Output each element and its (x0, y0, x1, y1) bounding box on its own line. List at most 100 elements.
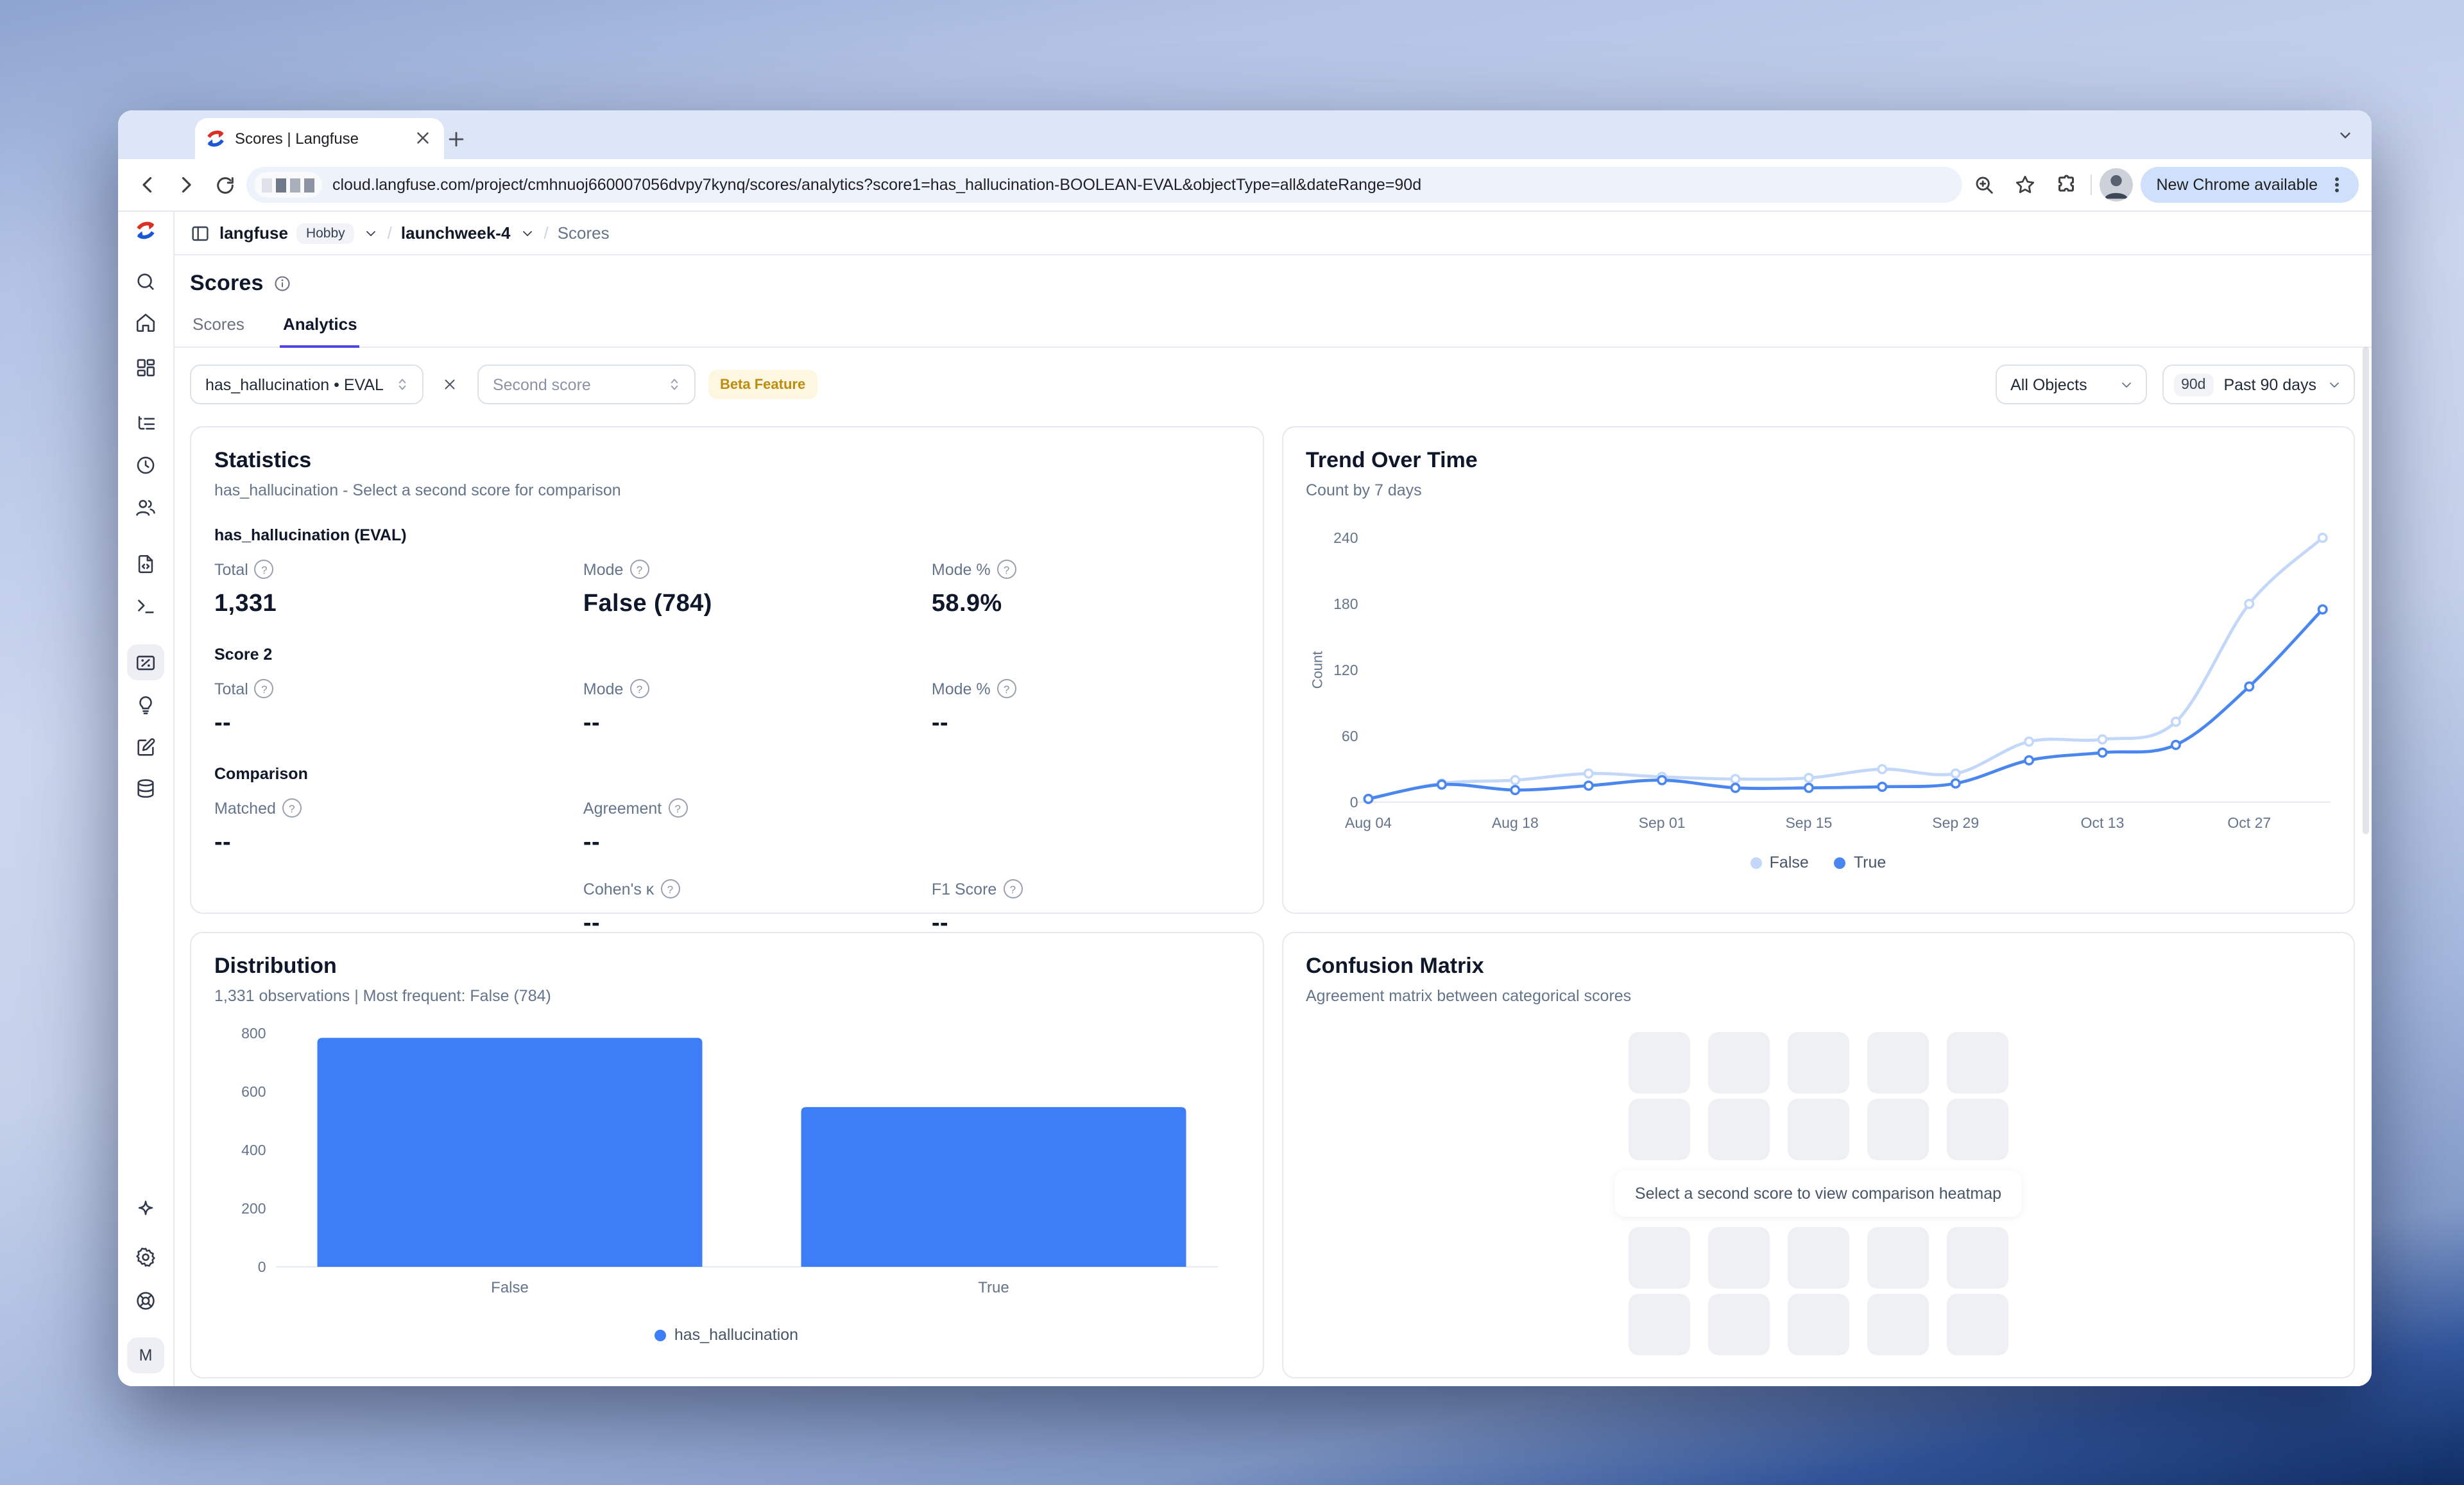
support-icon[interactable] (127, 1282, 164, 1318)
data-point[interactable] (1731, 775, 1738, 783)
data-point[interactable] (1804, 784, 1812, 791)
data-point[interactable] (1437, 780, 1445, 788)
org-chevron-down-icon[interactable] (363, 225, 379, 241)
scores-icon[interactable] (127, 644, 164, 680)
breadcrumb-org[interactable]: langfuse (219, 223, 288, 243)
data-point[interactable] (2318, 605, 2326, 613)
score2-select[interactable]: Second score (477, 365, 696, 404)
new-tab-button[interactable] (441, 124, 470, 153)
data-point[interactable] (1584, 782, 1592, 789)
help-icon[interactable] (668, 798, 687, 818)
project-chevron-down-icon[interactable] (519, 225, 535, 241)
info-icon[interactable] (274, 275, 292, 293)
annotation-icon[interactable] (127, 729, 164, 765)
metric-label: Total (214, 680, 248, 698)
legend-item-true[interactable]: True (1835, 854, 1887, 871)
help-icon[interactable] (255, 679, 274, 698)
distribution-title: Distribution (214, 954, 1239, 979)
data-point[interactable] (1878, 765, 1885, 773)
help-icon[interactable] (282, 798, 302, 818)
home-icon[interactable] (127, 304, 164, 340)
legend-dot (1750, 857, 1762, 868)
breadcrumb-project[interactable]: launchweek-4 (401, 223, 511, 243)
help-icon[interactable] (255, 560, 274, 579)
address-bar[interactable]: cloud.langfuse.com/project/cmhnuoj660007… (246, 167, 1962, 203)
data-point[interactable] (1510, 776, 1518, 784)
help-icon[interactable] (1003, 879, 1022, 898)
sidebar-toggle-icon[interactable] (190, 223, 210, 243)
back-icon[interactable] (131, 168, 164, 202)
bookmark-star-icon[interactable] (2008, 168, 2042, 202)
legend-item-false[interactable]: False (1750, 854, 1809, 871)
prompts-icon[interactable] (127, 545, 164, 581)
browser-tab[interactable]: Scores | Langfuse (195, 118, 444, 159)
svg-text:Sep 15: Sep 15 (1784, 814, 1831, 831)
help-icon[interactable] (629, 560, 649, 579)
data-point[interactable] (1878, 783, 1885, 791)
tab-search-icon[interactable] (2337, 127, 2354, 150)
user-avatar-badge[interactable]: M (127, 1337, 164, 1373)
data-point[interactable] (2024, 737, 2032, 745)
data-point[interactable] (2098, 735, 2105, 743)
settings-icon[interactable] (127, 1239, 164, 1275)
new-chrome-available-button[interactable]: New Chrome available (2141, 167, 2359, 203)
tab-analytics[interactable]: Analytics (280, 314, 360, 348)
kebab-menu-icon[interactable] (2320, 168, 2354, 202)
legend-label: True (1854, 854, 1887, 871)
legend-item-has-hallucination[interactable]: has_hallucination (655, 1326, 798, 1344)
date-range-select[interactable]: 90d Past 90 days (2162, 365, 2355, 404)
data-point[interactable] (1951, 769, 1959, 777)
data-point[interactable] (2318, 534, 2326, 542)
clear-score1-button[interactable] (436, 370, 465, 399)
zoom-icon[interactable] (1967, 168, 2001, 202)
search-icon[interactable] (127, 263, 164, 299)
desktop-wallpaper: Scores | Langfuse (0, 0, 2464, 1485)
bar-true[interactable] (801, 1107, 1186, 1267)
help-icon[interactable] (660, 879, 680, 898)
data-point[interactable] (2024, 757, 2032, 764)
playground-icon[interactable] (127, 588, 164, 624)
datasets-icon[interactable] (127, 770, 164, 806)
score1-select[interactable]: has_hallucination • EVAL (190, 365, 424, 404)
data-point[interactable] (1364, 795, 1371, 803)
metric-f1-score: F1 Score -- (932, 879, 1239, 938)
dashboards-icon[interactable] (127, 349, 164, 385)
tab-scores[interactable]: Scores (190, 314, 247, 347)
matrix-cell (1788, 1294, 1849, 1355)
close-tab-icon[interactable] (413, 128, 434, 149)
evaluators-icon[interactable] (127, 687, 164, 723)
profile-avatar[interactable] (2100, 168, 2133, 202)
data-point[interactable] (1510, 786, 1518, 794)
data-point[interactable] (1657, 776, 1665, 784)
extensions-icon[interactable] (2049, 168, 2083, 202)
bar-false[interactable] (318, 1038, 703, 1267)
score1-value: has_hallucination • EVAL (205, 375, 384, 393)
page-scrollbar[interactable] (2363, 347, 2369, 834)
forward-icon[interactable] (169, 168, 203, 202)
trend-line-chart[interactable]: 060120180240CountAug 04Aug 18Sep 01Sep 1… (1306, 515, 2331, 843)
help-icon[interactable] (997, 560, 1016, 579)
comparison-section-heading: Comparison (214, 765, 1239, 783)
data-point[interactable] (1731, 784, 1738, 791)
data-point[interactable] (1951, 780, 1959, 787)
svg-text:0: 0 (1349, 794, 1358, 811)
data-point[interactable] (2171, 741, 2179, 749)
url-text[interactable]: cloud.langfuse.com/project/cmhnuoj660007… (332, 176, 1421, 194)
distribution-bar-chart[interactable]: 0200400600800FalseTrue (214, 1015, 1239, 1321)
data-point[interactable] (2245, 600, 2252, 608)
svg-text:400: 400 (241, 1142, 266, 1158)
data-point[interactable] (2171, 717, 2179, 725)
object-type-select[interactable]: All Objects (1995, 365, 2146, 404)
data-point[interactable] (1804, 774, 1812, 782)
help-icon[interactable] (997, 679, 1016, 698)
tracing-icon[interactable] (127, 406, 164, 442)
metric-label: F1 Score (932, 880, 997, 898)
data-point[interactable] (2098, 749, 2105, 757)
reload-icon[interactable] (208, 168, 241, 202)
whats-new-icon[interactable] (127, 1191, 164, 1227)
data-point[interactable] (1584, 769, 1592, 777)
sessions-icon[interactable] (127, 447, 164, 483)
data-point[interactable] (2245, 683, 2252, 691)
help-icon[interactable] (629, 679, 649, 698)
users-icon[interactable] (127, 489, 164, 525)
